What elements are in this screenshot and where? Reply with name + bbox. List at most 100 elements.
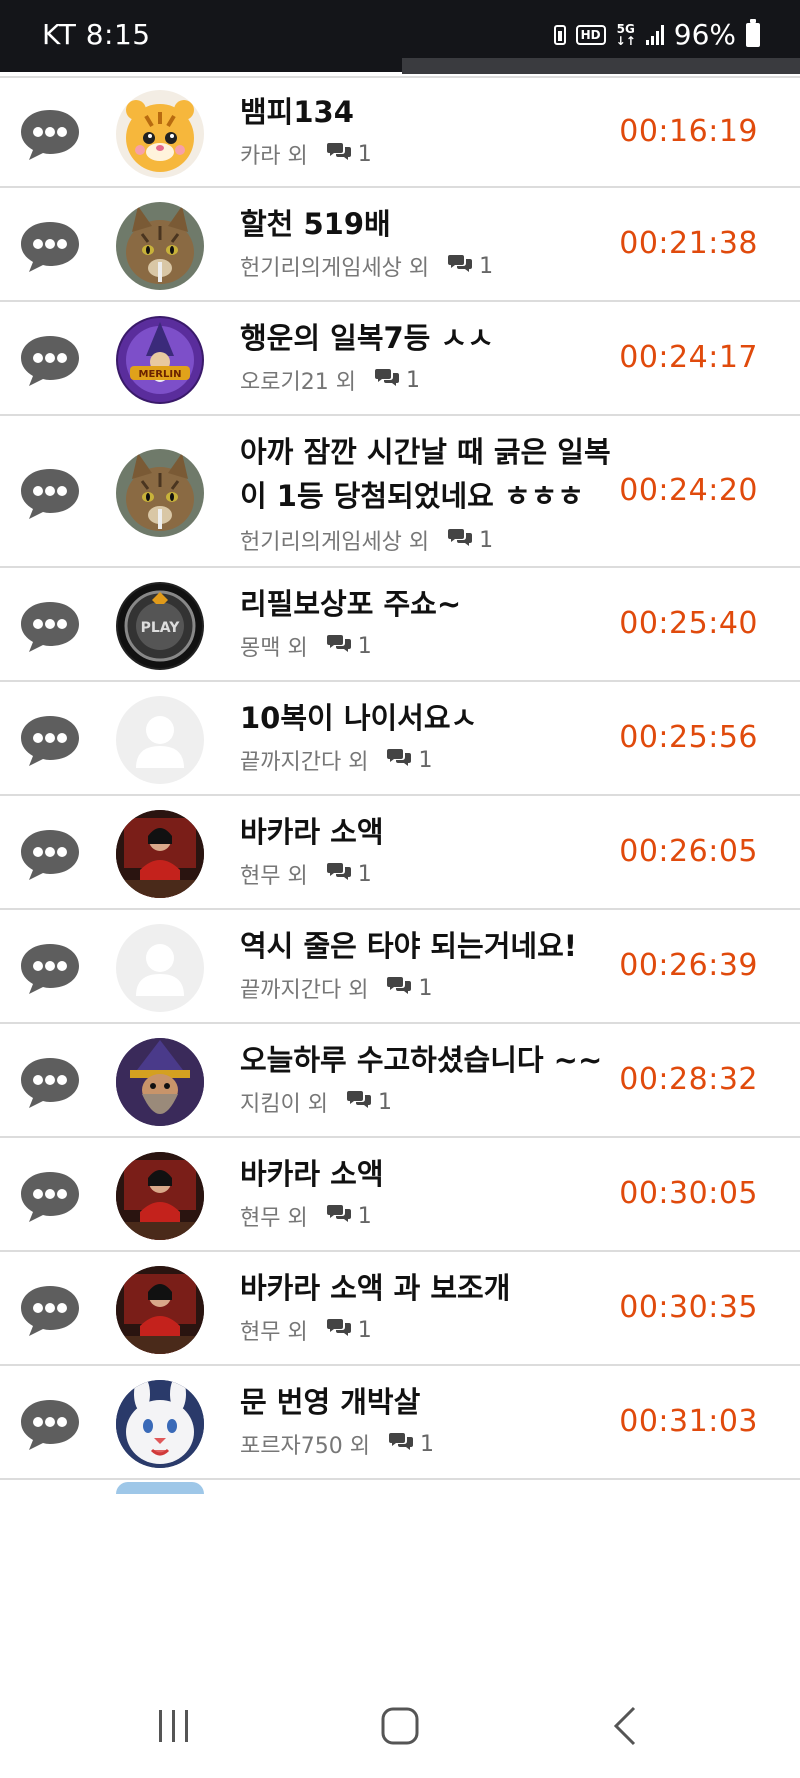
post-meta: 현무 외 1 bbox=[240, 1314, 372, 1346]
post-meta: 헌기리의게임세상 외 1 bbox=[240, 250, 493, 282]
comment-icon bbox=[447, 527, 473, 553]
avatar[interactable] bbox=[116, 90, 204, 178]
list-item[interactable]: PLAY 리필보상포 주쇼~ 몽맥 외 1 00:25:40 bbox=[0, 570, 800, 682]
list-item[interactable]: 바카라 소액 과 보조개현무 외 1 00:30:35 bbox=[0, 1254, 800, 1366]
chat-bubble-icon bbox=[18, 332, 82, 388]
post-meta: 지킴이 외 1 bbox=[240, 1086, 392, 1118]
comment-icon bbox=[386, 975, 412, 1001]
post-meta: 현무 외 1 bbox=[240, 858, 372, 890]
post-title[interactable]: 바카라 소액 bbox=[240, 1152, 630, 1196]
battery-saver-icon bbox=[553, 24, 566, 45]
post-time: 00:24:20 bbox=[619, 473, 758, 508]
author-name[interactable]: 카라 외 bbox=[240, 138, 308, 170]
author-name[interactable]: 현무 외 bbox=[240, 1314, 308, 1346]
scroll-indicator bbox=[402, 58, 800, 74]
list-item[interactable]: 할천 519배 헌기리의게임세상 외 1 00:21:38 bbox=[0, 190, 800, 302]
back-icon[interactable] bbox=[596, 1696, 656, 1756]
home-icon[interactable] bbox=[370, 1696, 430, 1756]
post-title[interactable]: 역시 줄은 타야 되는거네요! bbox=[240, 924, 630, 968]
list-item[interactable]: 아까 잠깐 시간날 때 긁은 일복 이 1등 당첨되었네요 ㅎㅎㅎ 헌기리의게임세… bbox=[0, 418, 800, 568]
avatar[interactable] bbox=[116, 1380, 204, 1468]
list-item[interactable]: 역시 줄은 타야 되는거네요! 끝까지간다 외 1 00:26:39 bbox=[0, 912, 800, 1024]
chat-bubble-icon bbox=[18, 106, 82, 162]
comment-icon bbox=[326, 1203, 352, 1229]
comment-count: 1 bbox=[326, 861, 372, 887]
list-item[interactable]: 바카라 소액 현무 외 1 00:30:05 bbox=[0, 1140, 800, 1252]
post-meta: 끝까지간다 외 1 bbox=[240, 972, 432, 1004]
comment-count: 1 bbox=[388, 1431, 434, 1457]
author-name[interactable]: 헌기리의게임세상 외 bbox=[240, 524, 429, 556]
recent-apps-icon[interactable] bbox=[144, 1696, 204, 1756]
list-item[interactable]: 뱀피134 카라 외 1 00:16:19 bbox=[0, 76, 800, 188]
author-name[interactable]: 끝까지간다 외 bbox=[240, 972, 368, 1004]
chat-bubble-icon bbox=[18, 940, 82, 996]
author-name[interactable]: 현무 외 bbox=[240, 1200, 308, 1232]
post-title[interactable]: 바카라 소액 bbox=[240, 810, 630, 854]
avatar[interactable]: MERLIN bbox=[116, 316, 204, 404]
author-name[interactable]: 헌기리의게임세상 외 bbox=[240, 250, 429, 282]
post-title[interactable]: 행운의 일복7등 ㅅㅅ bbox=[240, 316, 630, 360]
post-time: 00:26:05 bbox=[619, 834, 758, 869]
comment-count: 1 bbox=[346, 1089, 392, 1115]
status-icons: HD 5G ↓↑ 96% bbox=[553, 18, 760, 51]
list-item[interactable]: MERLIN 행운의 일복7등 ㅅㅅ 오로기21 외 1 00:24:17 bbox=[0, 304, 800, 416]
comment-icon bbox=[346, 1089, 372, 1115]
chat-bubble-icon bbox=[18, 465, 82, 521]
list-item[interactable]: 10복이 나이서요ㅅ 끝까지간다 외 1 00:25:56 bbox=[0, 684, 800, 796]
avatar[interactable] bbox=[116, 696, 204, 784]
post-title[interactable]: 바카라 소액 과 보조개 bbox=[240, 1266, 630, 1310]
comment-count: 1 bbox=[386, 747, 432, 773]
post-title[interactable]: 오늘하루 수고하셨습니다 ~~ bbox=[240, 1038, 630, 1082]
carrier-time: KT 8:15 bbox=[42, 18, 151, 51]
author-name[interactable]: 끝까지간다 외 bbox=[240, 744, 368, 776]
post-title[interactable]: 뱀피134 bbox=[240, 90, 630, 134]
list-item[interactable]: 오늘하루 수고하셨습니다 ~~ 지킴이 외 1 00:28:32 bbox=[0, 1026, 800, 1138]
comment-count: 1 bbox=[386, 975, 432, 1001]
chat-bubble-icon bbox=[18, 1054, 82, 1110]
post-title[interactable]: 10복이 나이서요ㅅ bbox=[240, 696, 630, 740]
avatar[interactable] bbox=[116, 1038, 204, 1126]
comment-icon bbox=[386, 747, 412, 773]
post-title[interactable]: 문 번영 개박살 bbox=[240, 1380, 630, 1424]
svg-text:MERLIN: MERLIN bbox=[139, 369, 182, 380]
list-item[interactable]: 문 번영 개박살포르자750 외 1 00:31:03 bbox=[0, 1368, 800, 1480]
comment-icon bbox=[326, 1317, 352, 1343]
post-time: 00:30:35 bbox=[619, 1290, 758, 1325]
avatar[interactable] bbox=[116, 810, 204, 898]
post-title[interactable]: 리필보상포 주쇼~ bbox=[240, 582, 630, 626]
author-name[interactable]: 오로기21 외 bbox=[240, 364, 356, 396]
navigation-bar bbox=[0, 1668, 800, 1778]
author-name[interactable]: 포르자750 외 bbox=[240, 1428, 370, 1460]
avatar[interactable] bbox=[116, 449, 204, 537]
comment-count: 1 bbox=[326, 1317, 372, 1343]
comment-icon bbox=[326, 633, 352, 659]
chat-bubble-icon bbox=[18, 826, 82, 882]
post-time: 00:28:32 bbox=[619, 1062, 758, 1097]
post-time: 00:31:03 bbox=[619, 1404, 758, 1439]
comment-icon bbox=[326, 141, 352, 167]
author-name[interactable]: 현무 외 bbox=[240, 858, 308, 890]
post-meta: 카라 외 1 bbox=[240, 138, 372, 170]
post-title[interactable]: 아까 잠깐 시간날 때 긁은 일복 이 1등 당첨되었네요 ㅎㅎㅎ bbox=[240, 430, 630, 518]
avatar[interactable] bbox=[116, 1152, 204, 1240]
avatar[interactable]: PLAY bbox=[116, 582, 204, 670]
post-time: 00:26:39 bbox=[619, 948, 758, 983]
author-name[interactable]: 지킴이 외 bbox=[240, 1086, 328, 1118]
svg-text:PLAY: PLAY bbox=[141, 620, 181, 636]
status-bar: KT 8:15 HD 5G ↓↑ 96% bbox=[0, 0, 800, 74]
post-meta: 끝까지간다 외 1 bbox=[240, 744, 432, 776]
post-time: 00:25:40 bbox=[619, 606, 758, 641]
author-name[interactable]: 몽맥 외 bbox=[240, 630, 308, 662]
post-meta: 포르자750 외 1 bbox=[240, 1428, 434, 1460]
post-title[interactable]: 할천 519배 bbox=[240, 202, 630, 246]
comment-icon bbox=[447, 253, 473, 279]
list-item[interactable]: 바카라 소액현무 외 1 00:26:05 bbox=[0, 798, 800, 910]
avatar[interactable] bbox=[116, 1266, 204, 1354]
post-meta: 헌기리의게임세상 외 1 bbox=[240, 524, 493, 556]
comment-icon bbox=[326, 861, 352, 887]
post-meta: 몽맥 외 1 bbox=[240, 630, 372, 662]
avatar[interactable] bbox=[116, 202, 204, 290]
battery-percent: 96% bbox=[673, 18, 736, 51]
comment-icon bbox=[374, 367, 400, 393]
avatar[interactable] bbox=[116, 924, 204, 1012]
